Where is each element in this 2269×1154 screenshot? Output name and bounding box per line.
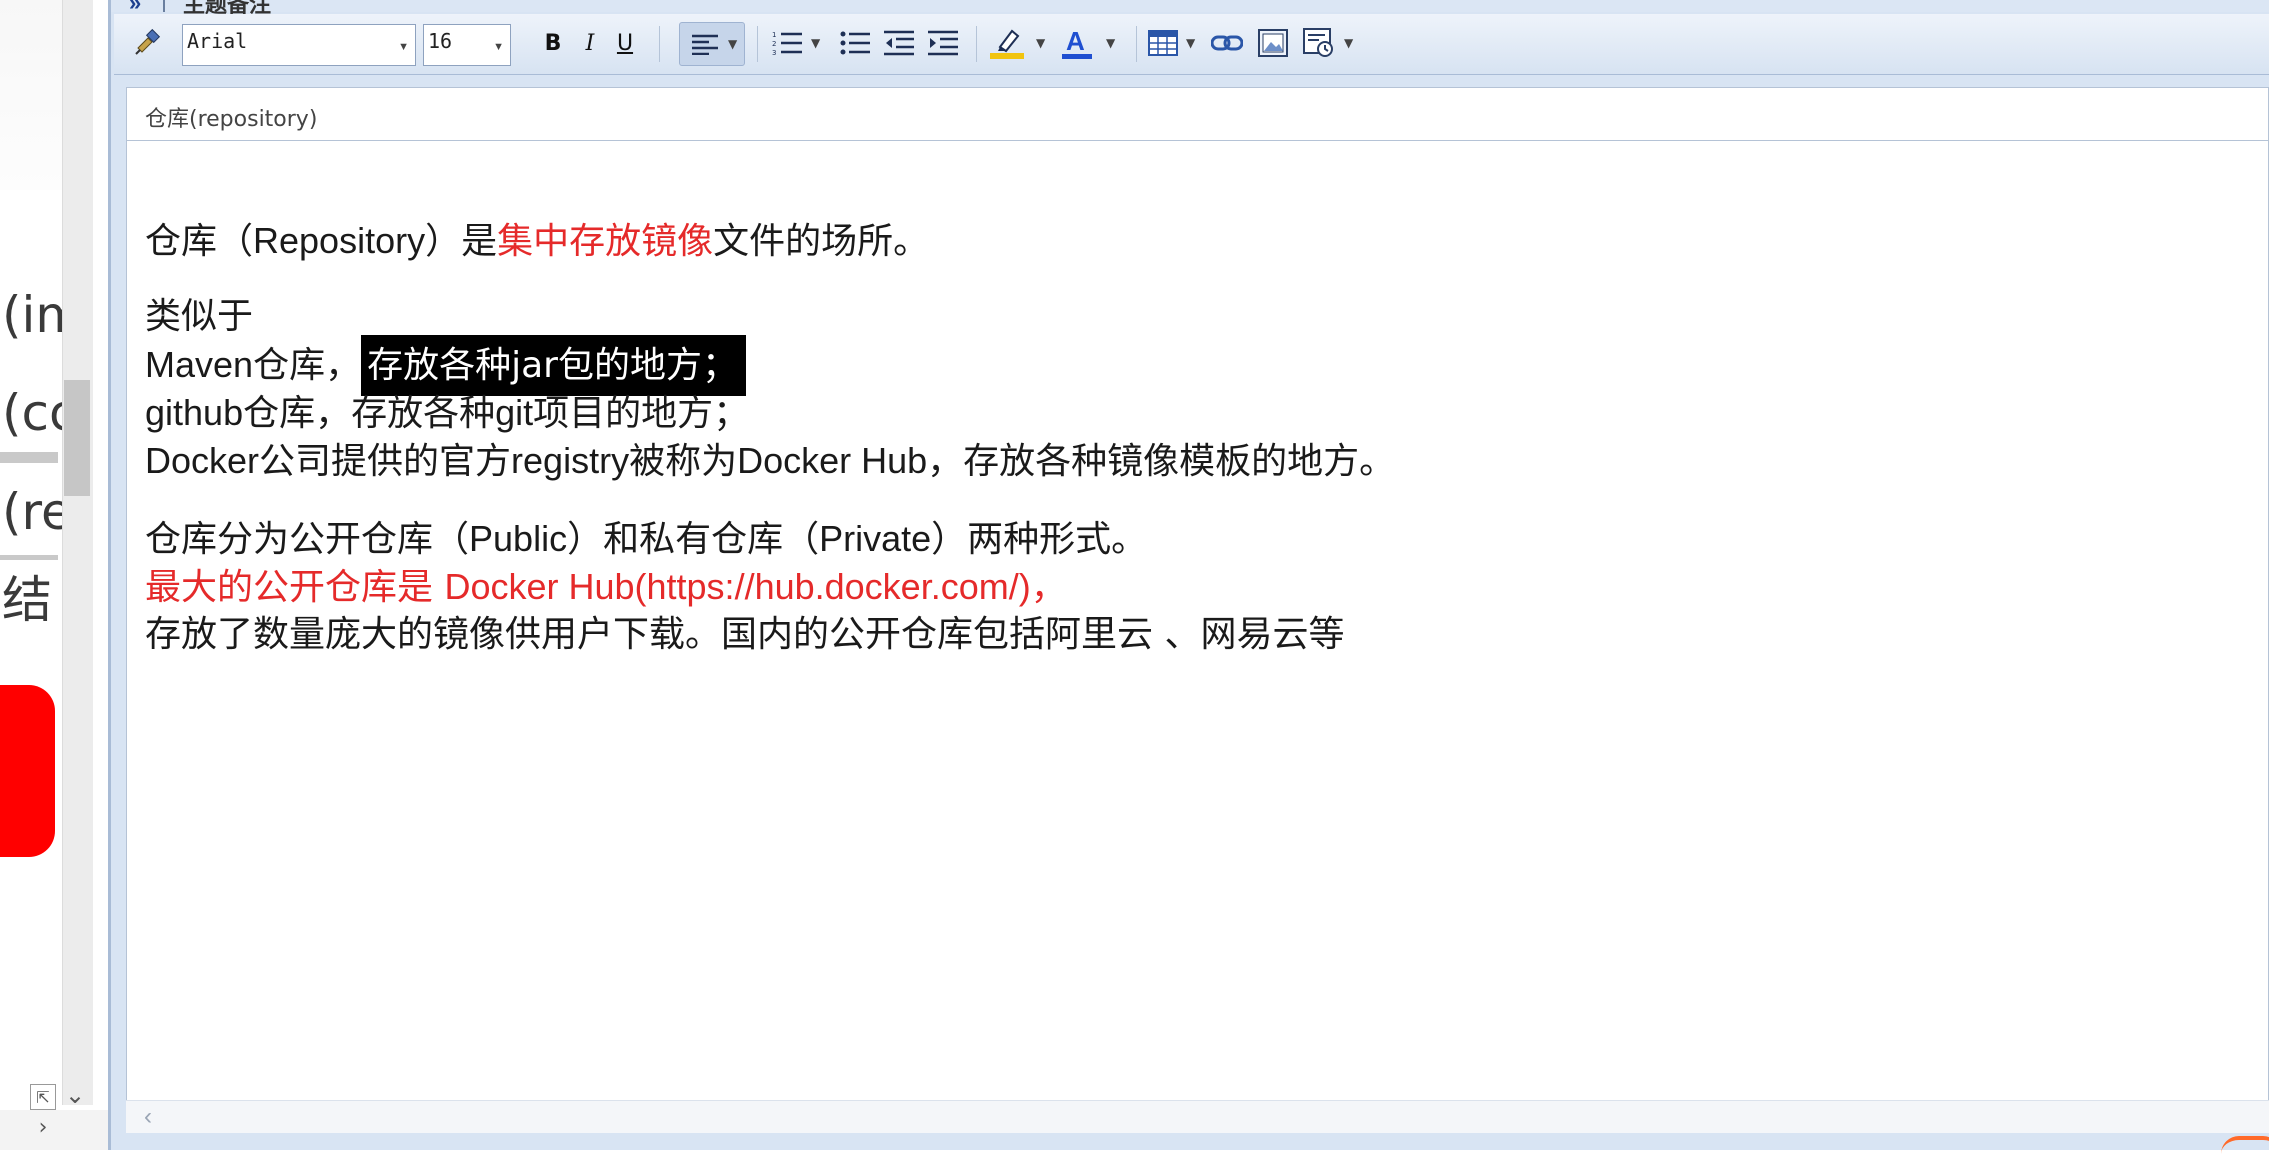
note-title-input[interactable]: 仓库(repository)	[126, 87, 2269, 141]
text-run: 项目的地方；	[533, 393, 750, 434]
toolbar-separator	[757, 26, 758, 62]
dropdown-arrow-icon[interactable]: ▼	[811, 36, 820, 50]
text-run: 仓库分为公开仓库（	[145, 519, 470, 560]
note-title-value: 仓库(repository)	[145, 107, 318, 132]
scroll-left-icon[interactable]: ‹	[144, 1103, 152, 1131]
underline-button[interactable]: U	[606, 24, 644, 62]
chevron-down-icon[interactable]: ⌄	[62, 1082, 88, 1108]
background-divider	[0, 452, 58, 463]
horizontal-scrollbar[interactable]: ‹	[126, 1100, 2269, 1133]
svg-text:1: 1	[772, 31, 776, 39]
text-run: 文件的场所。	[713, 221, 930, 262]
note-body-editor[interactable]: 仓库（Repository）是集中存放镜像文件的场所。 类似于 Maven仓库，…	[126, 141, 2269, 1106]
text-run: 被称为	[629, 441, 738, 482]
italic-button[interactable]: I	[571, 24, 609, 62]
text-run: Public	[469, 518, 568, 559]
text-run: 仓库，	[253, 345, 362, 386]
paragraph: Docker公司提供的官方registry被称为Docker Hub，存放各种镜…	[145, 439, 1395, 483]
font-color-icon[interactable]: A	[1058, 24, 1096, 62]
window-header: » 主题备注	[111, 0, 2269, 18]
text-run: 仓库（	[145, 221, 254, 262]
background-header	[0, 0, 62, 190]
link-text[interactable]: Docker Hub(https://hub.docker.com/)	[444, 566, 1030, 607]
svg-text:A: A	[1066, 26, 1085, 56]
image-icon[interactable]	[1254, 24, 1292, 62]
text-run: ）是	[425, 221, 498, 262]
text-run: github	[145, 392, 244, 433]
text-run: Docker	[145, 440, 260, 481]
note-editor-window: » 主题备注 Arial ▼ 16 ▼ B I U ▼ 1 2 3 ▼ ▼ A …	[108, 0, 2269, 1150]
background-scrollbar-thumb[interactable]	[64, 380, 90, 496]
background-divider	[0, 555, 58, 560]
toolbar-separator	[659, 26, 660, 62]
paragraph: 最大的公开仓库是 Docker Hub(https://hub.docker.c…	[145, 565, 1067, 609]
corner-logo-mark	[2221, 1136, 2269, 1154]
format-painter-icon[interactable]	[128, 24, 166, 62]
dropdown-arrow-icon[interactable]: ▼	[1106, 36, 1115, 50]
paragraph: 存放了数量庞大的镜像供用户下载。国内的公开仓库包括阿里云 、网易云等	[145, 614, 1345, 655]
dropdown-arrow-icon: ▼	[398, 41, 409, 53]
font-size-select[interactable]: 16 ▼	[423, 24, 511, 66]
text-run: ）和私有仓库（	[567, 519, 820, 560]
increase-indent-icon[interactable]	[924, 24, 962, 62]
toolbar-separator	[976, 26, 977, 62]
dropdown-arrow-icon[interactable]: ▼	[1344, 36, 1353, 50]
numbered-list-icon[interactable]: 123	[768, 24, 806, 62]
link-icon[interactable]	[1208, 24, 1246, 62]
highlighted-text: 集中存放镜像	[497, 221, 714, 262]
text-run: 仓库，存放各种	[243, 393, 496, 434]
svg-text:2: 2	[772, 40, 776, 48]
selected-text[interactable]: 存放各种jar包的地方；	[361, 335, 746, 396]
svg-text:3: 3	[772, 49, 776, 56]
header-separator	[163, 0, 165, 12]
align-left-icon	[686, 25, 724, 63]
paragraph: 仓库（Repository）是集中存放镜像文件的场所。	[145, 219, 929, 263]
background-app-panel: (im (cc (re 结 ⇱ ⌄ ›	[0, 0, 108, 1150]
dropdown-arrow-icon[interactable]: ▼	[1036, 36, 1045, 50]
decrease-indent-icon[interactable]	[880, 24, 918, 62]
collapse-icon[interactable]: ⇱	[30, 1084, 56, 1110]
highlight-color-icon[interactable]	[988, 24, 1026, 62]
background-scrollbar[interactable]	[62, 0, 93, 1105]
background-node-text: 结	[2, 571, 52, 629]
background-red-node	[0, 685, 55, 857]
text-run: git	[495, 392, 534, 433]
text-run: ，存放各种镜像模板的地方。	[927, 441, 1396, 482]
chevron-right-icon[interactable]: ›	[30, 1115, 56, 1141]
dropdown-arrow-icon[interactable]: ▼	[1186, 36, 1195, 50]
dropdown-arrow-icon: ▼	[493, 41, 504, 53]
text-run: registry	[511, 440, 630, 481]
text-run: 最大的公开仓库是	[145, 567, 445, 608]
toolbar-separator	[1136, 26, 1137, 62]
font-family-value: Arial	[187, 29, 248, 53]
text-run: 公司提供的官方	[259, 441, 512, 482]
formatting-toolbar: Arial ▼ 16 ▼ B I U ▼ 123 ▼ ▼ A ▼ ▼ ▼	[114, 14, 2269, 75]
bold-button[interactable]: B	[534, 24, 572, 62]
table-icon[interactable]	[1144, 24, 1182, 62]
dropdown-arrow-icon: ▼	[728, 37, 738, 51]
paragraph: github仓库，存放各种git项目的地方；	[145, 391, 749, 435]
text-run: Maven	[145, 344, 254, 385]
paragraph: Maven仓库， 存放各种jar包的地方；	[145, 335, 746, 396]
paragraph: 类似于	[145, 296, 254, 337]
text-run: Private	[819, 518, 932, 559]
font-family-select[interactable]: Arial ▼	[182, 24, 416, 66]
align-dropdown[interactable]: ▼	[679, 22, 745, 66]
insert-object-icon[interactable]	[1300, 24, 1338, 62]
text-run: Docker Hub	[737, 440, 928, 481]
window-bottom-border	[111, 1136, 2269, 1150]
font-size-value: 16	[428, 29, 453, 53]
bullet-list-icon[interactable]	[836, 24, 874, 62]
paragraph: 仓库分为公开仓库（Public）和私有仓库（Private）两种形式。	[145, 517, 1147, 561]
text-run: ）两种形式。	[931, 519, 1148, 560]
text-run: Repository	[253, 220, 426, 261]
text-run: ，	[1030, 567, 1067, 608]
